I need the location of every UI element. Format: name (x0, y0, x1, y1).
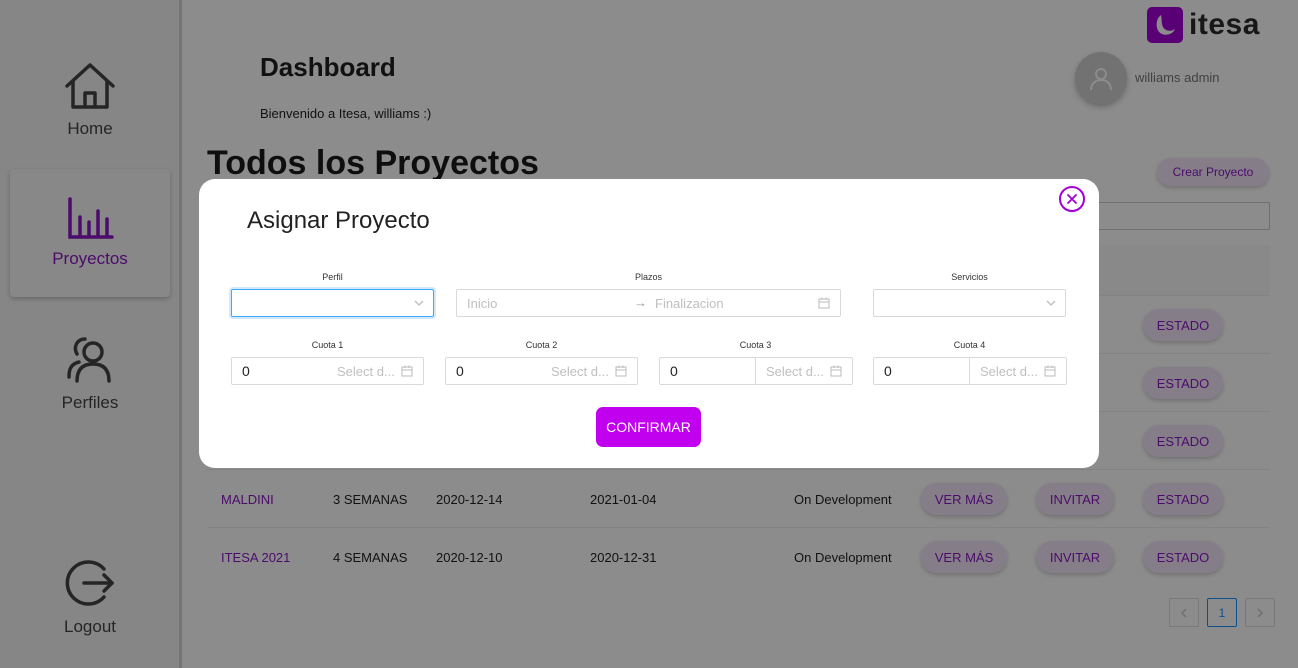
servicios-label: Servicios (951, 272, 988, 282)
cuota-2-amount-input[interactable]: 0 (445, 357, 542, 385)
date-placeholder: Select d... (551, 364, 609, 379)
date-placeholder: Select d... (766, 364, 824, 379)
plazos-range-picker[interactable]: Inicio → Finalizacion (456, 289, 841, 317)
confirm-button[interactable]: CONFIRMAR (596, 407, 701, 447)
cuota-2-date-picker[interactable]: Select d... (541, 357, 638, 385)
range-arrow-icon: → (634, 295, 647, 310)
calendar-icon (818, 297, 830, 309)
calendar-icon (1044, 365, 1056, 377)
chevron-down-icon (1046, 300, 1056, 306)
plazo-end-input[interactable]: Finalizacion (655, 296, 724, 311)
cuota-4-label: Cuota 4 (953, 340, 986, 350)
date-placeholder: Select d... (337, 364, 395, 379)
cuota-3-amount-input[interactable]: 0 (659, 357, 756, 385)
chevron-down-icon (414, 300, 424, 306)
close-button[interactable] (1059, 186, 1085, 212)
perfil-label: Perfil (322, 272, 343, 282)
cuota-1-label: Cuota 1 (311, 340, 344, 350)
cuota-4-date-picker[interactable]: Select d... (970, 357, 1067, 385)
cuota-1-date-picker[interactable]: Select d... (327, 357, 424, 385)
calendar-icon (401, 365, 413, 377)
assign-project-modal: Asignar Proyecto Perfil Plazos Servicios… (199, 179, 1099, 468)
cuota-3-date-picker[interactable]: Select d... (756, 357, 853, 385)
cuota-1-amount-input[interactable]: 0 (231, 357, 328, 385)
calendar-icon (615, 365, 627, 377)
cuota-4-amount-input[interactable]: 0 (873, 357, 970, 385)
modal-title: Asignar Proyecto (247, 207, 430, 234)
plazos-label: Plazos (634, 272, 662, 282)
date-placeholder: Select d... (980, 364, 1038, 379)
calendar-icon (830, 365, 842, 377)
servicios-select[interactable] (873, 289, 1066, 317)
cuota-3-label: Cuota 3 (739, 340, 772, 350)
plazo-start-input[interactable]: Inicio (467, 296, 497, 311)
close-icon (1067, 194, 1077, 204)
perfil-select[interactable] (231, 289, 434, 317)
cuota-2-label: Cuota 2 (525, 340, 558, 350)
